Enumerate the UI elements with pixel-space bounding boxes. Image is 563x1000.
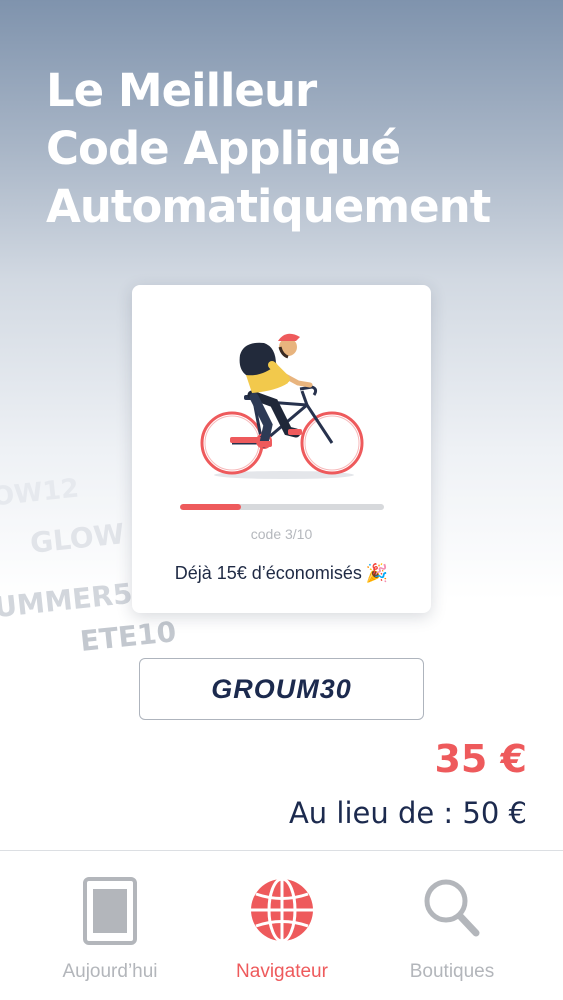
tab-bar: Aujourd’hui Navigateur Boutiques bbox=[0, 850, 563, 1000]
original-price: Au lieu de : 50 € bbox=[288, 796, 527, 830]
tab-label: Boutiques bbox=[409, 961, 495, 982]
code-count: code 3/10 bbox=[250, 526, 313, 542]
floating-code: ETE10 bbox=[78, 615, 178, 658]
progress-fill bbox=[180, 504, 242, 510]
discounted-price: 35 € bbox=[434, 737, 527, 781]
tab-navigateur[interactable]: Navigateur bbox=[188, 851, 376, 1000]
headline-line-1: Le Meilleur bbox=[46, 64, 317, 117]
tab-aujourdhui[interactable]: Aujourd’hui bbox=[16, 851, 204, 1000]
tab-label: Navigateur bbox=[236, 961, 328, 982]
party-popper-icon: 🎉 bbox=[365, 563, 389, 583]
progress-bar bbox=[180, 504, 384, 510]
tab-label: Aujourd’hui bbox=[62, 961, 158, 982]
newspaper-icon bbox=[83, 877, 137, 945]
headline-line-2: Code Appliqué bbox=[46, 122, 401, 175]
floating-code: OW12 bbox=[0, 473, 81, 513]
savings-label: Déjà 15€ d’économisés bbox=[174, 563, 362, 583]
search-icon bbox=[424, 879, 480, 937]
globe-icon bbox=[251, 877, 313, 943]
promo-code-box[interactable]: GROUM30 bbox=[139, 658, 424, 720]
floating-code: UMMER5 bbox=[0, 576, 134, 625]
progress-card: code 3/10 Déjà 15€ d’économisés 🎉 bbox=[132, 285, 431, 613]
headline-line-3: Automatiquement bbox=[46, 180, 491, 233]
tab-boutiques[interactable]: Boutiques bbox=[358, 851, 546, 1000]
headline: Le Meilleur Code Appliqué Automatiquemen… bbox=[46, 62, 546, 236]
savings-text: Déjà 15€ d’économisés 🎉 bbox=[132, 563, 431, 584]
cyclist-illustration bbox=[200, 333, 364, 479]
floating-code: GLOW bbox=[28, 517, 126, 560]
